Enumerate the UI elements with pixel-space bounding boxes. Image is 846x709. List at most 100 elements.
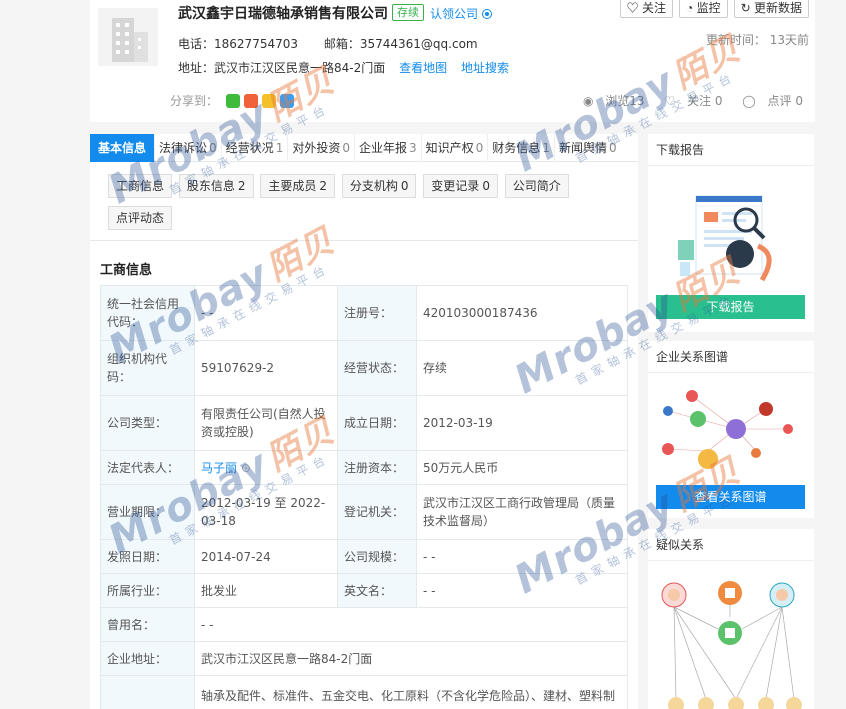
subtab-business-info[interactable]: 工商信息	[108, 174, 173, 198]
target-icon	[482, 9, 493, 19]
address-label: 地址：	[178, 61, 215, 75]
table-key: 公司类型：	[100, 395, 195, 451]
table-key: 法定代表人：	[100, 450, 195, 485]
tab-count: 0	[608, 141, 617, 155]
tab-count: 0	[475, 141, 484, 155]
subtab-label: 股东信息	[186, 179, 235, 193]
email-label: 邮箱：	[323, 37, 360, 51]
tab-ip[interactable]: 知识产权 0	[422, 134, 489, 162]
tab-label: 对外投资	[292, 141, 341, 155]
tab-label: 企业年报	[358, 141, 407, 155]
table-row: 所属行业： 批发业 英文名： - -	[100, 573, 628, 608]
qq-icon[interactable]	[279, 94, 294, 108]
update-data-button[interactable]: ↻ 更新数据	[733, 0, 809, 18]
monitor-button[interactable]: ◔ 监控	[678, 0, 728, 18]
table-row: 发照日期： 2014-07-24 公司规模： - -	[100, 539, 628, 574]
tab-news[interactable]: 新闻舆情 0	[555, 134, 621, 162]
company-logo	[98, 8, 158, 66]
table-row: 企业地址： 武汉市江汉区民意一路84-2门面	[100, 641, 628, 676]
table-row: 统一社会信用代码： - - 注册号： 420103000187436	[100, 285, 628, 341]
main-tabs: 基本信息 法律诉讼 0 经营状况 1 对外投资 0 企业年报 3 知识产权 0 财务信息 1…	[90, 134, 638, 162]
update-time-value: 13天前	[769, 33, 809, 47]
subtab-label: 工商信息	[116, 179, 165, 193]
tab-count: 0	[209, 141, 217, 155]
monitor-label: 监控	[696, 1, 721, 15]
table-value: 50万元人民币	[416, 450, 628, 485]
tab-count: 1	[542, 141, 550, 155]
table-row: 法定代表人： 马子丽 ⊙ 注册资本： 50万元人民币	[100, 450, 628, 485]
table-row: 公司类型： 有限责任公司(自然人投资或控股) 成立日期： 2012-03-19	[100, 395, 628, 451]
legal-rep-cell: 马子丽 ⊙	[194, 450, 338, 485]
report-illustration	[666, 186, 796, 289]
tab-label: 经营状况	[225, 141, 274, 155]
similar-relations-card: 疑似关系	[648, 529, 814, 709]
tab-count: 1	[275, 141, 284, 155]
business-info-table: 统一社会信用代码： - - 注册号： 420103000187436 组织机构代…	[100, 285, 628, 709]
eye-icon: ◉	[582, 94, 594, 108]
table-value: - -	[194, 285, 338, 341]
table-value: 存续	[416, 340, 628, 396]
target-icon: ⊙	[240, 460, 251, 475]
heart-icon: ♡	[664, 94, 676, 108]
subtab-label: 变更记录	[431, 179, 480, 193]
table-value: - -	[416, 573, 628, 608]
table-key: 经营状态：	[337, 340, 417, 396]
company-name-text: 武汉鑫宇日瑞德轴承销售有限公司	[178, 6, 388, 22]
qzone-icon[interactable]	[261, 94, 276, 108]
legal-rep-link[interactable]: 马子丽	[201, 461, 237, 475]
tab-label: 基本信息	[98, 141, 147, 155]
tab-investment[interactable]: 对外投资 0	[288, 134, 355, 162]
table-key: 公司规模：	[337, 539, 417, 574]
table-key: 英文名：	[337, 573, 417, 608]
card-title: 企业关系图谱	[648, 341, 814, 373]
view-relation-graph-button[interactable]: 查看关系图谱	[656, 485, 805, 509]
status-badge: 存续	[392, 4, 424, 21]
table-key: 曾用名：	[100, 607, 195, 642]
table-row: 营业期限： 2012-03-19 至 2022-03-18 登记机关： 武汉市江…	[100, 484, 628, 540]
download-report-button[interactable]: 下载报告	[656, 295, 805, 319]
tab-legal[interactable]: 法律诉讼 0	[155, 134, 222, 162]
tab-operation[interactable]: 经营状况 1	[222, 134, 289, 162]
table-value: 420103000187436	[416, 285, 628, 341]
table-value: 有限责任公司(自然人投资或控股)	[194, 395, 338, 451]
table-row: 轴承及配件、标准件、五金交电、化工原料（不含化学危险品）、建材、塑料制	[100, 675, 628, 709]
follow-label: 关注	[641, 1, 666, 15]
company-header: 武汉鑫宇日瑞德轴承销售有限公司 存续 认领公司 电话：18627754703 邮箱：…	[90, 0, 815, 122]
eye-icon: ◔	[685, 1, 694, 15]
tab-label: 知识产权	[425, 141, 474, 155]
subtab-changes[interactable]: 变更记录 0	[423, 174, 498, 198]
address-search-link[interactable]: 地址搜索	[461, 61, 509, 75]
subtab-label: 公司简介	[512, 179, 561, 193]
table-value: 59107629-2	[194, 340, 338, 396]
address-line: 地址：武汉市江汉区民意一路84-2门面 查看地图 地址搜索	[178, 59, 509, 76]
stats-bar: ◉ 浏览13 ♡ 关注 0 ◯ 点评 0	[567, 92, 803, 109]
subtab-branches[interactable]: 分支机构 0	[341, 174, 417, 198]
wechat-icon[interactable]	[225, 94, 240, 108]
tab-count: 3	[409, 141, 417, 155]
view-map-link[interactable]: 查看地图	[399, 61, 447, 75]
subtab-count: 0	[482, 179, 490, 193]
refresh-icon: ↻	[740, 1, 751, 15]
tab-basic-info[interactable]: 基本信息	[90, 134, 156, 162]
tab-annual-report[interactable]: 企业年报 3	[355, 134, 422, 162]
update-label: 更新数据	[753, 1, 802, 15]
table-key: 统一社会信用代码：	[100, 285, 195, 341]
update-time-label: 更新时间：	[705, 33, 766, 47]
subtab-members[interactable]: 主要成员 2	[260, 174, 335, 198]
subtab-shareholders[interactable]: 股东信息 2	[178, 174, 254, 198]
follows-count: 关注 0	[687, 94, 723, 108]
header-actions: ♡ 关注 ◔ 监控 ↻ 更新数据	[619, 0, 809, 18]
table-row: 组织机构代码： 59107629-2 经营状态： 存续	[100, 340, 628, 396]
tab-finance[interactable]: 财务信息 1	[488, 134, 555, 162]
table-value: - -	[416, 539, 628, 574]
follow-button[interactable]: ♡ 关注	[619, 0, 673, 18]
claim-company-link[interactable]: 认领公司	[430, 7, 478, 21]
share-label: 分享到：	[170, 94, 219, 108]
tab-count: 0	[342, 141, 350, 155]
card-title: 疑似关系	[648, 529, 814, 561]
table-value: 武汉市江汉区民意一路84-2门面	[194, 641, 628, 676]
subtab-comments[interactable]: 点评动态	[108, 206, 173, 230]
subtab-count: 0	[400, 179, 409, 193]
subtab-profile[interactable]: 公司简介	[504, 174, 569, 198]
weibo-icon[interactable]	[243, 94, 258, 108]
